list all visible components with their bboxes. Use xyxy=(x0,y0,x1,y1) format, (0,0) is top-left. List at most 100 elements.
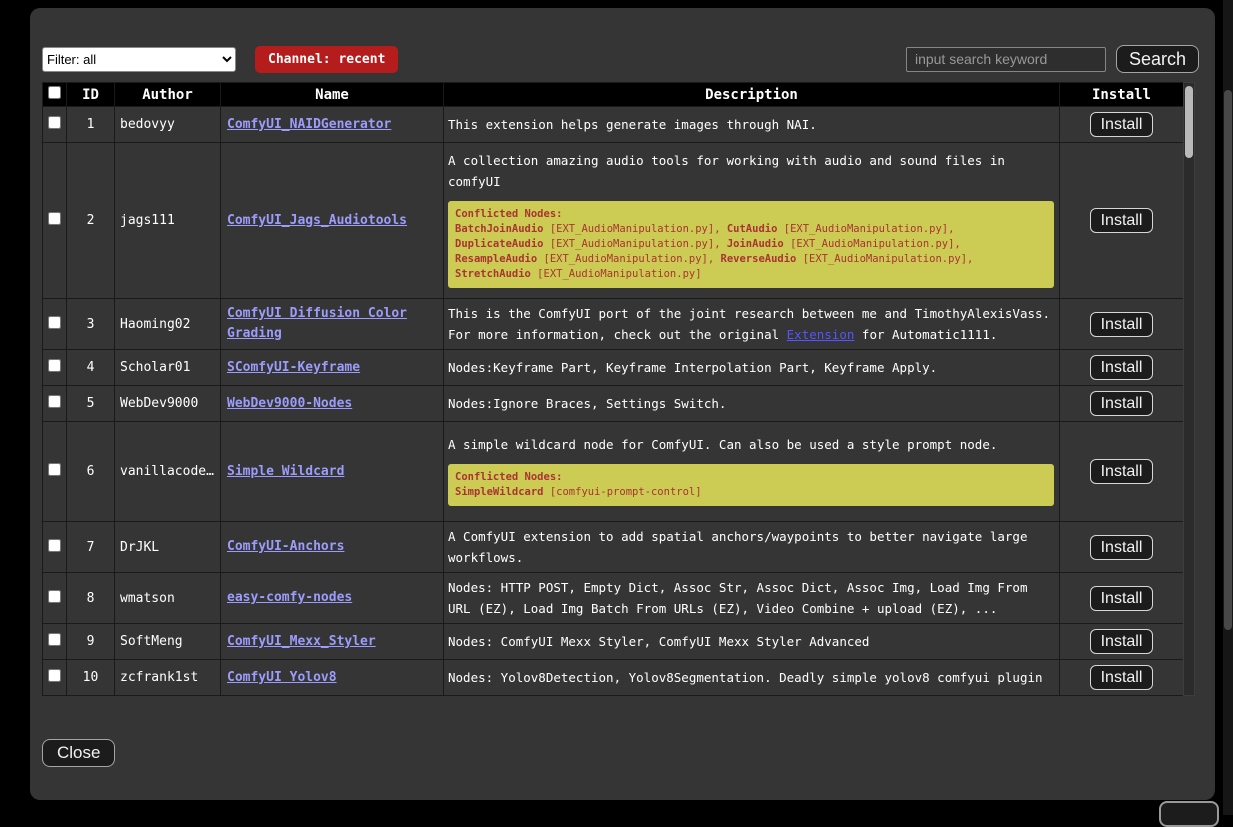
description-link[interactable]: Extension xyxy=(787,327,855,342)
row-name-link[interactable]: ComfyUI_NAIDGenerator xyxy=(227,117,391,132)
toolbar: Filter: all Channel: recent Search xyxy=(42,45,1199,73)
row-checkbox[interactable] xyxy=(48,316,61,329)
row-description: A collection amazing audio tools for wor… xyxy=(448,150,1056,192)
partial-hidden-button[interactable] xyxy=(1159,801,1219,827)
row-checkbox[interactable] xyxy=(48,359,61,372)
install-button[interactable]: Install xyxy=(1090,535,1154,560)
row-select-cell xyxy=(43,386,67,422)
row-name-link[interactable]: Simple Wildcard xyxy=(227,464,344,479)
install-button[interactable]: Install xyxy=(1090,112,1154,137)
header-select xyxy=(43,83,67,107)
row-checkbox[interactable] xyxy=(48,116,61,129)
row-install-cell: Install xyxy=(1060,660,1184,696)
row-checkbox[interactable] xyxy=(48,633,61,646)
row-author: wmatson xyxy=(115,573,221,624)
table-row: 6 vanillacode… Simple Wildcard A simple … xyxy=(43,422,1184,522)
row-author: bedovyy xyxy=(115,107,221,143)
install-button[interactable]: Install xyxy=(1090,459,1154,484)
row-install-cell: Install xyxy=(1060,422,1184,522)
row-install-cell: Install xyxy=(1060,107,1184,143)
row-id: 10 xyxy=(67,660,115,696)
row-install-cell: Install xyxy=(1060,573,1184,624)
row-description: Nodes: ComfyUI Mexx Styler, ComfyUI Mexx… xyxy=(448,631,1056,652)
row-id: 2 xyxy=(67,143,115,299)
row-select-cell xyxy=(43,660,67,696)
row-id: 6 xyxy=(67,422,115,522)
row-description-cell: A ComfyUI extension to add spatial ancho… xyxy=(444,522,1060,573)
table-row: 9 SoftMeng ComfyUI_Mexx_Styler Nodes: Co… xyxy=(43,624,1184,660)
row-name-link[interactable]: ComfyUI_Mexx_Styler xyxy=(227,634,376,649)
header-install: Install xyxy=(1060,83,1184,107)
row-checkbox[interactable] xyxy=(48,395,61,408)
row-select-cell xyxy=(43,422,67,522)
table-scrollbar-thumb[interactable] xyxy=(1185,86,1193,158)
row-name-cell: ComfyUI Yolov8 xyxy=(221,660,444,696)
search-button[interactable]: Search xyxy=(1116,45,1199,73)
row-name-link[interactable]: ComfyUI Yolov8 xyxy=(227,670,337,685)
row-author: vanillacode… xyxy=(115,422,221,522)
install-button[interactable]: Install xyxy=(1090,629,1154,654)
install-button[interactable]: Install xyxy=(1090,391,1154,416)
row-name-link[interactable]: SComfyUI-Keyframe xyxy=(227,360,360,375)
row-author: zcfrank1st xyxy=(115,660,221,696)
row-name-link[interactable]: ComfyUI Diffusion Color Grading xyxy=(227,306,407,341)
row-select-cell xyxy=(43,522,67,573)
row-name-cell: ComfyUI Diffusion Color Grading xyxy=(221,299,444,350)
install-button[interactable]: Install xyxy=(1090,665,1154,690)
row-description-cell: This is the ComfyUI port of the joint re… xyxy=(444,299,1060,350)
header-author: Author xyxy=(115,83,221,107)
table-row: 1 bedovyy ComfyUI_NAIDGenerator This ext… xyxy=(43,107,1184,143)
row-name-link[interactable]: ComfyUI-Anchors xyxy=(227,539,344,554)
close-button[interactable]: Close xyxy=(42,739,115,767)
row-name-link[interactable]: easy-comfy-nodes xyxy=(227,590,352,605)
header-name: Name xyxy=(221,83,444,107)
row-description-cell: Nodes:Ignore Braces, Settings Switch. xyxy=(444,386,1060,422)
install-button[interactable]: Install xyxy=(1090,355,1154,380)
row-name-link[interactable]: WebDev9000-Nodes xyxy=(227,396,352,411)
search-input[interactable] xyxy=(906,47,1106,72)
row-select-cell xyxy=(43,573,67,624)
table-scrollbar[interactable] xyxy=(1183,82,1195,696)
conflict-title: Conflicted Nodes: xyxy=(455,471,562,483)
row-checkbox[interactable] xyxy=(48,212,61,225)
row-author: SoftMeng xyxy=(115,624,221,660)
header-id: ID xyxy=(67,83,115,107)
row-description: This extension helps generate images thr… xyxy=(448,114,1056,135)
row-install-cell: Install xyxy=(1060,299,1184,350)
page-scrollbar[interactable] xyxy=(1223,0,1233,815)
custom-nodes-dialog: Filter: all Channel: recent Search ID Au… xyxy=(30,8,1215,800)
conflict-list: BatchJoinAudio [EXT_AudioManipulation.py… xyxy=(455,223,973,280)
row-install-cell: Install xyxy=(1060,143,1184,299)
row-checkbox[interactable] xyxy=(48,669,61,682)
row-checkbox[interactable] xyxy=(48,590,61,603)
row-name-cell: ComfyUI_Jags_Audiotools xyxy=(221,143,444,299)
row-description-cell: A collection amazing audio tools for wor… xyxy=(444,143,1060,299)
page-scrollbar-thumb[interactable] xyxy=(1224,90,1232,630)
row-install-cell: Install xyxy=(1060,624,1184,660)
row-checkbox[interactable] xyxy=(48,539,61,552)
select-all-checkbox[interactable] xyxy=(48,86,61,99)
row-install-cell: Install xyxy=(1060,386,1184,422)
install-button[interactable]: Install xyxy=(1090,586,1154,611)
row-id: 5 xyxy=(67,386,115,422)
row-description: A simple wildcard node for ComfyUI. Can … xyxy=(448,434,1056,455)
row-select-cell xyxy=(43,350,67,386)
header-description: Description xyxy=(444,83,1060,107)
table-row: 3 Haoming02 ComfyUI Diffusion Color Grad… xyxy=(43,299,1184,350)
table-body: 1 bedovyy ComfyUI_NAIDGenerator This ext… xyxy=(43,107,1184,696)
row-description: Nodes: Yolov8Detection, Yolov8Segmentati… xyxy=(448,667,1056,688)
row-description: Nodes:Ignore Braces, Settings Switch. xyxy=(448,393,1056,414)
row-author: Scholar01 xyxy=(115,350,221,386)
filter-select[interactable]: Filter: all xyxy=(42,47,236,72)
row-name-link[interactable]: ComfyUI_Jags_Audiotools xyxy=(227,213,407,228)
install-button[interactable]: Install xyxy=(1090,208,1154,233)
conflict-title: Conflicted Nodes: xyxy=(455,208,562,220)
install-button[interactable]: Install xyxy=(1090,312,1154,337)
row-description-cell: Nodes: HTTP POST, Empty Dict, Assoc Str,… xyxy=(444,573,1060,624)
table-row: 8 wmatson easy-comfy-nodes Nodes: HTTP P… xyxy=(43,573,1184,624)
row-description: This is the ComfyUI port of the joint re… xyxy=(448,303,1056,345)
row-description: Nodes:Keyframe Part, Keyframe Interpolat… xyxy=(448,357,1056,378)
conflict-box: Conflicted Nodes: SimpleWildcard [comfyu… xyxy=(448,464,1054,506)
row-author: Haoming02 xyxy=(115,299,221,350)
row-checkbox[interactable] xyxy=(48,463,61,476)
